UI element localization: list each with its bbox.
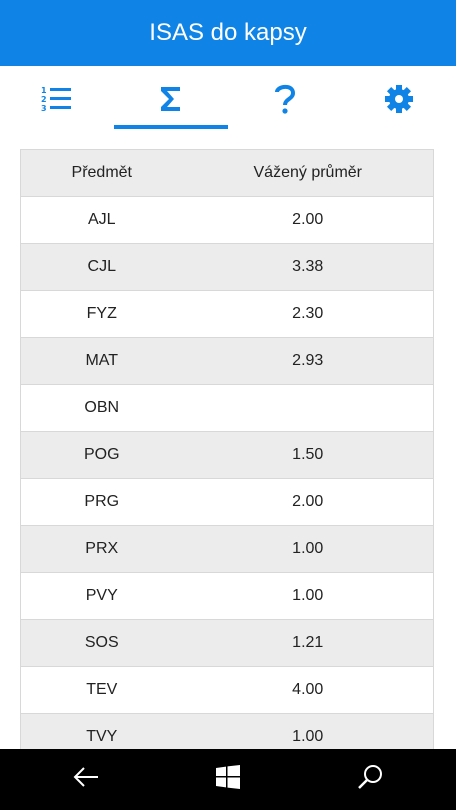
windows-start-icon: [216, 765, 240, 794]
column-header-subject: Předmět: [20, 149, 183, 197]
tab-help[interactable]: [228, 66, 342, 132]
table-row: PVY 1.00: [20, 572, 434, 620]
back-arrow-icon: [72, 765, 100, 794]
subject-cell: PVY: [20, 572, 183, 620]
table-row: AJL 2.00: [20, 196, 434, 244]
average-cell: 1.00: [182, 713, 434, 749]
tab-sum[interactable]: [114, 66, 228, 132]
average-cell: 2.00: [182, 196, 434, 244]
average-cell: 1.00: [182, 572, 434, 620]
subject-cell: SOS: [20, 619, 183, 667]
svg-text:1: 1: [41, 86, 47, 95]
table-row: TVY 1.00: [20, 713, 434, 749]
table-row: POG 1.50: [20, 431, 434, 479]
start-button[interactable]: [152, 749, 304, 810]
subject-cell: OBN: [20, 384, 183, 432]
averages-table-container[interactable]: Předmět Vážený průměr AJL 2.00 CJL 3.38 FYZ 2…: [20, 149, 436, 749]
average-cell: 1.00: [182, 525, 434, 573]
app-title: ISAS do kapsy: [149, 19, 307, 46]
average-cell: 1.21: [182, 619, 434, 667]
subject-cell: TEV: [20, 666, 183, 714]
table-row: PRX 1.00: [20, 525, 434, 573]
search-button[interactable]: [294, 749, 446, 810]
averages-table: Předmět Vážený průměr AJL 2.00 CJL 3.38 FYZ 2…: [20, 149, 434, 749]
subject-cell: POG: [20, 431, 183, 479]
subject-cell: PRG: [20, 478, 183, 526]
active-tab-indicator: [114, 125, 228, 129]
svg-text:2: 2: [41, 95, 47, 104]
average-cell: 2.93: [182, 337, 434, 385]
svg-text:3: 3: [41, 104, 47, 112]
search-icon: [357, 764, 383, 795]
subject-cell: MAT: [20, 337, 183, 385]
numbered-list-icon: 1 2 3: [41, 86, 73, 112]
back-button[interactable]: [10, 749, 162, 810]
tab-list[interactable]: 1 2 3: [0, 66, 114, 132]
average-cell: [182, 384, 434, 432]
table-row: FYZ 2.30: [20, 290, 434, 338]
average-cell: 3.38: [182, 243, 434, 291]
app-title-bar: ISAS do kapsy: [0, 0, 456, 66]
question-mark-icon: [274, 83, 296, 115]
sigma-icon: [159, 85, 183, 113]
tab-settings[interactable]: [342, 66, 456, 132]
table-row: MAT 2.93: [20, 337, 434, 385]
table-row: OBN: [20, 384, 434, 432]
average-cell: 2.30: [182, 290, 434, 338]
average-cell: 4.00: [182, 666, 434, 714]
table-row: SOS 1.21: [20, 619, 434, 667]
table-row: PRG 2.00: [20, 478, 434, 526]
table-row: CJL 3.38: [20, 243, 434, 291]
gear-icon: [384, 84, 414, 114]
column-header-weighted-average: Vážený průměr: [182, 149, 434, 197]
subject-cell: TVY: [20, 713, 183, 749]
subject-cell: CJL: [20, 243, 183, 291]
average-cell: 1.50: [182, 431, 434, 479]
average-cell: 2.00: [182, 478, 434, 526]
tab-bar: 1 2 3: [0, 66, 456, 132]
table-row: TEV 4.00: [20, 666, 434, 714]
subject-cell: AJL: [20, 196, 183, 244]
system-nav-bar: [0, 749, 456, 810]
subject-cell: PRX: [20, 525, 183, 573]
subject-cell: FYZ: [20, 290, 183, 338]
table-header-row: Předmět Vážený průměr: [20, 149, 434, 197]
